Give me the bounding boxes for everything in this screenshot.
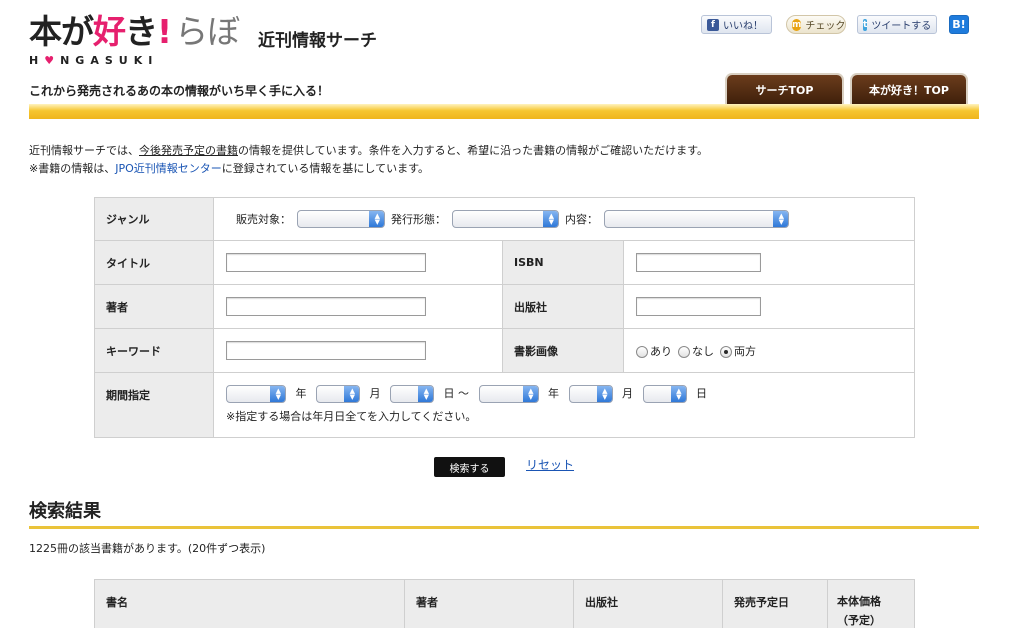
facebook-like-button[interactable]: f いいね！ [701,15,772,34]
to-year-select[interactable]: ▲ ▼ [478,385,539,403]
title-input[interactable] [226,253,426,272]
mixi-icon: m [792,18,802,31]
tweet-button[interactable]: t ツイートする [857,15,937,34]
results-title: 検索結果 [29,501,101,522]
publisher-input[interactable] [636,297,761,316]
select-arrows-icon: ▲ ▼ [374,212,380,226]
from-month-select[interactable]: ▲ ▼ [316,385,360,403]
from-year-select[interactable]: ▲ ▼ [226,385,286,403]
logo-subtitle: H♥NGASUKI [29,54,159,67]
search-button[interactable]: 検索する [434,457,505,477]
content-select[interactable]: ▲ ▼ [604,210,789,228]
results-divider [29,526,979,529]
intro-text: 近刊情報サーチでは、今後発売予定の書籍の情報を提供しています。条件を入力すると、… [29,144,709,175]
radio-image-no[interactable]: なし [678,343,714,359]
to-month-select[interactable]: ▲ ▼ [568,385,613,403]
author-input[interactable] [226,297,426,316]
hatena-bookmark-button[interactable]: B! [949,15,969,34]
select-arrows-icon: ▲ ▼ [778,212,784,226]
author-label: 著者 [95,285,213,328]
facebook-icon: f [707,18,719,31]
col-price[interactable]: 本体価格 （予定） [827,580,914,628]
mixi-check-button[interactable]: m チェック [786,15,846,34]
keyword-label: キーワード [95,329,213,372]
period-note: ※指定する場合は年月日全てを入力してください。 [226,410,477,423]
isbn-input[interactable] [636,253,761,272]
col-release-date[interactable]: 発売予定日 [722,580,827,628]
search-form: ジャンル 販売対象： ▲ ▼ 発行形態： ▲ ▼ 内容： ▲ ▼ タイトル ISBN … [94,197,915,438]
jpo-link[interactable]: JPO近刊情報センター [115,162,222,175]
genre-label: ジャンル [95,198,213,240]
heart-icon: ♥ [44,54,61,67]
twitter-icon: t [863,18,868,31]
select-arrows-icon: ▲ ▼ [548,212,554,226]
tab-search-top[interactable]: サーチTOP [727,75,842,105]
cover-image-label: 書影画像 [502,329,623,372]
isbn-label: ISBN [502,241,623,284]
site-logo[interactable]: 本が好き! らぼ H♥NGASUKI [29,12,240,67]
col-author[interactable]: 著者 [404,580,573,628]
title-label: タイトル [95,241,213,284]
to-day-select[interactable]: ▲ ▼ [642,385,687,403]
format-select[interactable]: ▲ ▼ [452,210,559,228]
tab-honga-suki-top[interactable]: 本が好き！TOP [852,75,966,105]
from-day-select[interactable]: ▲ ▼ [390,385,434,403]
results-table-header: 書名 著者 出版社 発売予定日 本体価格 （予定） [94,579,915,628]
logo-wordmark: 本が好き! らぼ [29,12,240,51]
tagline: これから発売されるあの本の情報がいち早く手に入る！ [29,84,330,98]
header-bar [29,104,979,119]
site-name: 近刊情報サーチ [258,31,377,51]
reset-link[interactable]: リセット [526,456,574,473]
publisher-label: 出版社 [502,285,623,328]
col-book-title[interactable]: 書名 [95,580,404,628]
keyword-input[interactable] [226,341,426,360]
results-count: 1225冊の該当書籍があります。(20件ずつ表示) [29,542,266,555]
radio-image-both[interactable]: 両方 [720,343,756,359]
sales-target-select[interactable]: ▲ ▼ [297,210,385,228]
radio-image-yes[interactable]: あり [636,343,672,359]
period-label: 期間指定 [95,373,213,437]
col-publisher[interactable]: 出版社 [573,580,722,628]
